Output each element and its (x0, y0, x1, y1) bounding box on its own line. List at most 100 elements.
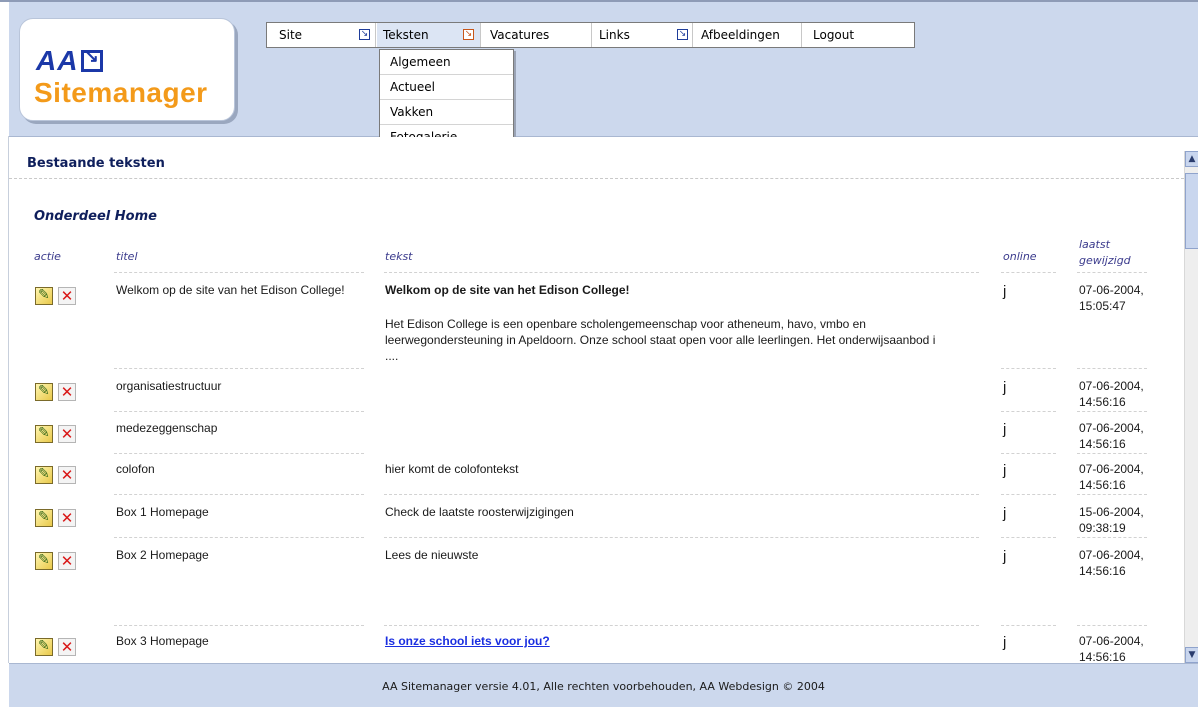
delete-x-icon[interactable]: ✕ (58, 466, 76, 484)
menu-item-teksten[interactable]: Teksten ↘ (377, 23, 481, 47)
column-header-tekst: tekst (385, 250, 413, 263)
row-tekst-heading: Welkom op de site van het Edison College… (385, 283, 630, 297)
row-time: 14:56:16 (1079, 478, 1126, 492)
delete-x-icon[interactable]: ✕ (58, 552, 76, 570)
vertical-scrollbar[interactable]: ▲ ▼ (1184, 151, 1198, 663)
row-titel: Box 2 Homepage (116, 548, 209, 562)
row-tekst: hier komt de colofontekst (385, 462, 519, 476)
row-online: j (1003, 379, 1007, 396)
divider (384, 625, 979, 626)
table-row: ✕ Box 3 Homepage Is onze school iets voo… (9, 633, 1184, 663)
row-date: 07-06-2004, (1079, 379, 1144, 393)
divider (114, 453, 364, 454)
content-area: Bestaande teksten Onderdeel Home actie t… (9, 137, 1184, 663)
menu-bar: Site ↘ Teksten ↘ Vacatures Links ↘ Afbee… (266, 22, 915, 48)
dropdown-item-vakken[interactable]: Vakken (380, 100, 513, 125)
row-date: 07-06-2004, (1079, 421, 1144, 435)
row-date: 15-06-2004, (1079, 505, 1144, 519)
row-online: j (1003, 548, 1007, 565)
divider (1077, 625, 1147, 626)
scroll-down-arrow-icon[interactable]: ▼ (1185, 647, 1198, 663)
menu-item-afbeeldingen[interactable]: Afbeeldingen (694, 23, 802, 47)
sitemanager-logo[interactable]: AA Sitemanager (19, 18, 235, 121)
column-header-online: online (1003, 250, 1037, 263)
divider (1001, 625, 1056, 626)
submenu-arrow-icon: ↘ (463, 29, 474, 40)
dropdown-item-actueel[interactable]: Actueel (380, 75, 513, 100)
divider (1001, 272, 1056, 273)
divider (1077, 494, 1147, 495)
submenu-arrow-icon: ↘ (677, 29, 688, 40)
row-time: 09:38:19 (1079, 521, 1126, 535)
edit-pencil-icon[interactable] (35, 638, 53, 656)
divider (1077, 537, 1147, 538)
logo-line2: Sitemanager (34, 77, 208, 108)
divider (114, 368, 364, 369)
divider (1001, 537, 1056, 538)
divider (1001, 453, 1056, 454)
divider (1077, 411, 1147, 412)
row-titel: medezeggenschap (116, 421, 218, 435)
delete-x-icon[interactable]: ✕ (58, 383, 76, 401)
menu-item-site[interactable]: Site ↘ (267, 23, 376, 47)
divider (114, 625, 364, 626)
row-time: 14:56:16 (1079, 437, 1126, 451)
row-online: j (1003, 421, 1007, 438)
row-time: 14:56:16 (1079, 650, 1126, 663)
row-date: 07-06-2004, (1079, 634, 1144, 648)
divider (1077, 368, 1147, 369)
row-date: 07-06-2004, (1079, 283, 1144, 297)
edit-pencil-icon[interactable] (35, 509, 53, 527)
divider (114, 537, 364, 538)
row-date: 07-06-2004, (1079, 548, 1144, 562)
menu-item-links[interactable]: Links ↘ (593, 23, 693, 47)
divider (1001, 494, 1056, 495)
column-header-actie: actie (34, 250, 61, 263)
table-row: ✕ Box 1 Homepage Check de laatste rooste… (9, 504, 1184, 538)
row-time: 14:56:16 (1079, 395, 1126, 409)
row-tekst: Check de laatste roosterwijzigingen (385, 505, 574, 519)
table-row: ✕ medezeggenschap j 07-06-2004, 14:56:16 (9, 420, 1184, 454)
divider (114, 272, 364, 273)
menu-item-label: Logout (813, 28, 855, 42)
table-row: ✕ Welkom op de site van het Edison Colle… (9, 282, 1184, 368)
menu-item-label: Vacatures (490, 28, 550, 42)
edit-pencil-icon[interactable] (35, 383, 53, 401)
page-title: Bestaande teksten (27, 156, 165, 171)
divider (384, 494, 979, 495)
edit-pencil-icon[interactable] (35, 425, 53, 443)
dropdown-item-algemeen[interactable]: Algemeen (380, 50, 513, 75)
edit-pencil-icon[interactable] (35, 287, 53, 305)
divider (114, 411, 364, 412)
row-titel: Box 1 Homepage (116, 505, 209, 519)
divider (384, 537, 979, 538)
divider (384, 272, 979, 273)
edit-pencil-icon[interactable] (35, 466, 53, 484)
footer-text: AA Sitemanager versie 4.01, Alle rechten… (382, 680, 825, 693)
delete-x-icon[interactable]: ✕ (58, 509, 76, 527)
delete-x-icon[interactable]: ✕ (58, 287, 76, 305)
menu-item-label: Site (279, 28, 303, 42)
menu-item-vacatures[interactable]: Vacatures (482, 23, 592, 47)
column-header-modified: laatst gewijzigd (1079, 238, 1131, 267)
edit-pencil-icon[interactable] (35, 552, 53, 570)
column-header-titel: titel (116, 250, 138, 263)
divider (1077, 453, 1147, 454)
scroll-up-arrow-icon[interactable]: ▲ (1185, 151, 1198, 167)
submenu-arrow-icon: ↘ (359, 29, 370, 40)
row-titel: organisatiestructuur (116, 379, 222, 393)
row-time: 15:05:47 (1079, 299, 1126, 313)
row-titel: Box 3 Homepage (116, 634, 209, 648)
menu-item-logout[interactable]: Logout (803, 23, 863, 47)
delete-x-icon[interactable]: ✕ (58, 638, 76, 656)
scrollbar-thumb[interactable] (1185, 173, 1198, 249)
row-time: 14:56:16 (1079, 564, 1126, 578)
delete-x-icon[interactable]: ✕ (58, 425, 76, 443)
table-row: ✕ colofon hier komt de colofontekst j 07… (9, 461, 1184, 495)
divider (1001, 411, 1056, 412)
subsection-title: Onderdeel Home (34, 209, 157, 224)
divider (1001, 368, 1056, 369)
menu-item-label: Teksten (383, 28, 429, 42)
row-tekst-link[interactable]: Is onze school iets voor jou? (385, 633, 550, 649)
divider (1077, 272, 1147, 273)
